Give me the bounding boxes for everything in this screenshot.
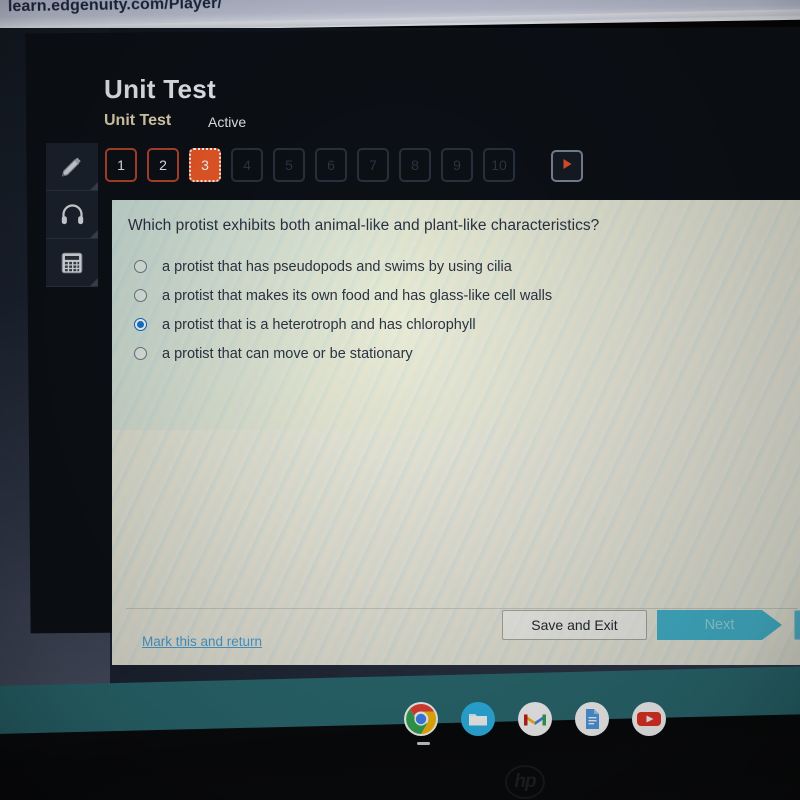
calculator-icon (59, 250, 85, 276)
youtube-icon[interactable] (631, 701, 667, 737)
answer-option-1[interactable]: a protist that has pseudopods and swims … (134, 252, 774, 281)
answer-options[interactable]: a protist that has pseudopods and swims … (134, 252, 774, 368)
docs-icon[interactable] (574, 701, 610, 737)
answer-option-4-label: a protist that can move or be stationary (162, 345, 413, 362)
laptop-screen-photo: hp learn.edgenuity.com/Player/ Unit Test… (0, 0, 800, 800)
status-badge: Active (208, 114, 247, 130)
radio-button-3[interactable] (134, 318, 147, 331)
question-tab-strip[interactable]: 1 2 3 4 5 6 7 8 9 10 (105, 148, 515, 182)
next-button[interactable]: Next (657, 610, 782, 640)
answer-option-2[interactable]: a protist that makes its own food and ha… (134, 281, 774, 310)
question-tab-7[interactable]: 7 (357, 148, 389, 182)
chrome-active-indicator (417, 742, 430, 745)
shelf-icon-strip[interactable] (403, 701, 667, 737)
play-icon (559, 156, 575, 177)
address-bar-url[interactable]: learn.edgenuity.com/Player/ (8, 0, 222, 16)
radio-button-4[interactable] (134, 347, 147, 360)
question-tab-10[interactable]: 10 (483, 148, 515, 182)
question-tab-5[interactable]: 5 (273, 148, 305, 182)
mark-and-return-link[interactable]: Mark this and return (142, 634, 262, 649)
answer-option-1-label: a protist that has pseudopods and swims … (162, 258, 512, 275)
question-panel: Which protist exhibits both animal-like … (112, 200, 800, 665)
answer-option-3-label: a protist that is a heterotroph and has … (162, 316, 476, 333)
radio-button-2[interactable] (134, 289, 147, 302)
gmail-icon[interactable] (517, 701, 553, 737)
headphones-icon (59, 201, 86, 228)
footer-divider (126, 608, 798, 609)
pencil-icon (58, 153, 86, 181)
audio-tool-button[interactable] (46, 191, 98, 239)
answer-option-4[interactable]: a protist that can move or be stationary (134, 339, 774, 368)
chrome-icon[interactable] (403, 701, 439, 737)
question-tab-8[interactable]: 8 (399, 148, 431, 182)
question-tab-1[interactable]: 1 (105, 148, 137, 182)
answer-option-2-label: a protist that makes its own food and ha… (162, 287, 553, 304)
page-title: Unit Test (104, 74, 216, 104)
question-tab-3[interactable]: 3 (189, 148, 221, 182)
calculator-tool-button[interactable] (46, 239, 98, 287)
assignment-label: Unit Test (104, 112, 172, 129)
files-icon[interactable] (460, 701, 496, 737)
hp-logo: hp (505, 765, 545, 799)
play-button[interactable] (551, 150, 583, 182)
question-tab-6[interactable]: 6 (315, 148, 347, 182)
radio-button-1[interactable] (134, 260, 147, 273)
answer-option-3[interactable]: a protist that is a heterotroph and has … (134, 310, 774, 339)
question-text: Which protist exhibits both animal-like … (128, 217, 600, 234)
next-button-overflow[interactable] (794, 610, 800, 640)
question-tab-4[interactable]: 4 (231, 148, 263, 182)
question-tab-9[interactable]: 9 (441, 148, 473, 182)
tool-rail (46, 143, 98, 287)
highlighter-tool-button[interactable] (46, 143, 98, 191)
save-and-exit-button[interactable]: Save and Exit (502, 610, 647, 640)
question-tab-2[interactable]: 2 (147, 148, 179, 182)
